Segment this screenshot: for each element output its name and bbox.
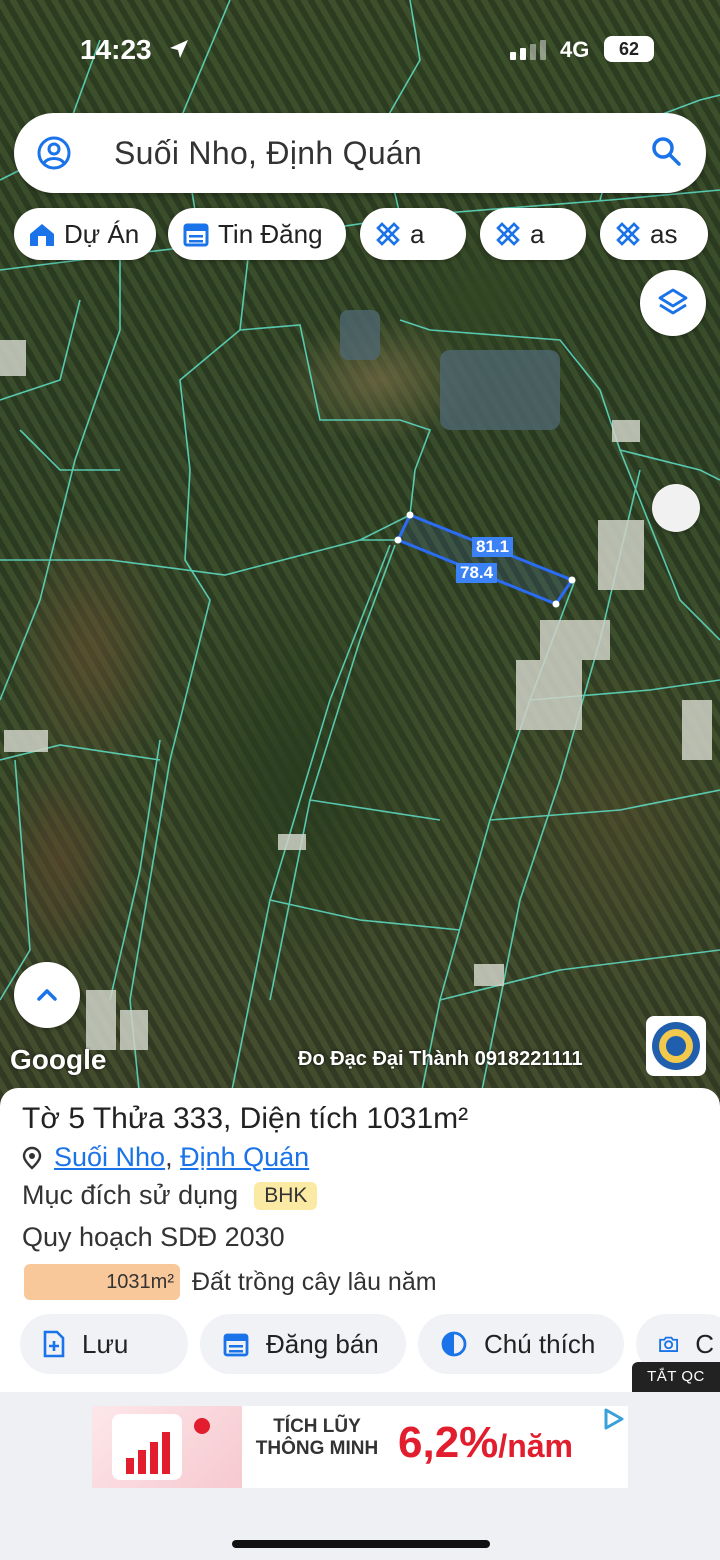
parcel-info-panel: Tờ 5 Thửa 333, Diện tích 1031m² Suối Nho… — [0, 1088, 720, 1392]
ruler-pencil-icon — [616, 222, 640, 246]
legend-button[interactable]: Chú thích — [418, 1314, 624, 1374]
user-icon[interactable] — [36, 135, 72, 176]
district-link[interactable]: Định Quán — [180, 1142, 309, 1173]
chip-label: Dự Án — [64, 218, 140, 249]
chip-a-2[interactable]: a — [480, 208, 586, 260]
ad-rate: 6,2%/năm — [398, 1418, 573, 1468]
status-time: 14:23 — [80, 34, 152, 65]
title-prefix: Tờ — [22, 1102, 60, 1135]
layers-icon — [658, 288, 688, 315]
search-bar[interactable]: Suối Nho, Định Quán — [14, 113, 706, 193]
camera-icon — [659, 1336, 679, 1352]
company-logo[interactable] — [646, 1016, 706, 1076]
chip-a-1[interactable]: a — [360, 208, 466, 260]
location-arrow-icon — [168, 38, 190, 65]
ad-area: TÍCH LŨY THÔNG MINH 6,2%/năm — [0, 1392, 720, 1560]
chip-as[interactable]: as — [600, 208, 708, 260]
calendar-icon — [223, 1333, 249, 1357]
save-button[interactable]: Lưu — [20, 1314, 188, 1374]
ruler-pencil-icon — [376, 222, 400, 246]
ad-headline: TÍCH LŨY THÔNG MINH — [252, 1416, 382, 1460]
calendar-icon — [183, 223, 209, 247]
post-sale-label: Đăng bán — [266, 1328, 379, 1359]
search-icon[interactable] — [650, 135, 682, 172]
land-purpose-row: Mục đích sử dụng BHK — [22, 1180, 318, 1211]
landuse-area-bar: 1031m² — [24, 1264, 180, 1300]
area-label: , Diện tích — [223, 1102, 359, 1135]
purpose-label: Mục đích sử dụng — [22, 1180, 239, 1210]
contrast-icon — [441, 1331, 467, 1357]
purpose-code-badge: BHK — [254, 1181, 318, 1210]
ruler-pencil-icon — [496, 222, 520, 246]
sheet-number: 5 — [68, 1102, 86, 1135]
expand-up-button[interactable] — [14, 962, 80, 1028]
google-attribution: Google — [10, 1044, 107, 1075]
plot-label: Thửa — [92, 1102, 165, 1135]
map-credit: Đo Đạc Đại Thành 0918221111 — [298, 1048, 583, 1070]
battery-level: 62 — [604, 36, 654, 62]
satellite-map[interactable]: 14:23 4G 62 Suối Nho, Định Quán Dự Án Ti… — [0, 0, 720, 1100]
chip-label: Tin Đăng — [218, 218, 323, 249]
ward-link[interactable]: Suối Nho — [54, 1142, 165, 1173]
layers-button[interactable] — [640, 270, 706, 336]
ad-image — [92, 1406, 242, 1488]
chip-label: a — [530, 218, 545, 249]
ad-line-2: THÔNG MINH — [255, 1438, 379, 1459]
planning-label: Quy hoạch SDĐ 2030 — [22, 1222, 285, 1252]
selected-parcel-outline — [395, 513, 575, 606]
adchoices-icon[interactable] — [602, 1408, 624, 1430]
landuse-row: 1031m² Đất trồng cây lâu năm — [24, 1264, 437, 1300]
chevron-up-icon — [37, 989, 57, 1001]
ad-banner[interactable]: TÍCH LŨY THÔNG MINH 6,2%/năm — [92, 1406, 628, 1488]
save-icon — [43, 1330, 65, 1358]
area-value: 1031m² — [366, 1102, 469, 1135]
camera-label: C — [695, 1328, 714, 1359]
close-ad-button[interactable]: TẮT QC — [632, 1362, 720, 1392]
measure-label-top: 81.1 — [472, 537, 514, 557]
house-icon — [30, 224, 54, 246]
chip-tin-dang[interactable]: Tin Đăng — [168, 208, 346, 260]
legend-label: Chú thích — [484, 1328, 596, 1359]
chip-du-an[interactable]: Dự Án — [14, 208, 156, 260]
signal-icon — [510, 40, 550, 65]
plot-number: 333 — [172, 1102, 224, 1135]
chip-label: a — [410, 218, 425, 249]
location-pin-icon — [22, 1146, 42, 1170]
ad-rate-unit: /năm — [498, 1428, 573, 1464]
address-line: Suối Nho, Định Quán — [22, 1142, 309, 1173]
search-query[interactable]: Suối Nho, Định Quán — [114, 135, 422, 172]
logo-seal-icon — [652, 1022, 700, 1070]
landuse-type: Đất trồng cây lâu năm — [192, 1267, 437, 1296]
post-sale-button[interactable]: Đăng bán — [200, 1314, 406, 1374]
ad-rate-value: 6,2% — [398, 1418, 499, 1467]
ad-line-1: TÍCH LŨY — [273, 1416, 361, 1437]
map-control-dot[interactable] — [652, 484, 700, 532]
parcel-title: Tờ 5 Thửa 333, Diện tích 1031m² — [22, 1102, 468, 1136]
savings-chart-icon — [112, 1414, 210, 1480]
address-separator: , — [165, 1142, 181, 1172]
status-bar: 14:23 4G 62 — [0, 30, 720, 70]
save-label: Lưu — [82, 1328, 129, 1359]
network-type: 4G — [560, 37, 590, 62]
chip-label: as — [650, 218, 678, 249]
home-indicator[interactable] — [232, 1540, 490, 1548]
measure-label-side: 78.4 — [456, 563, 498, 583]
